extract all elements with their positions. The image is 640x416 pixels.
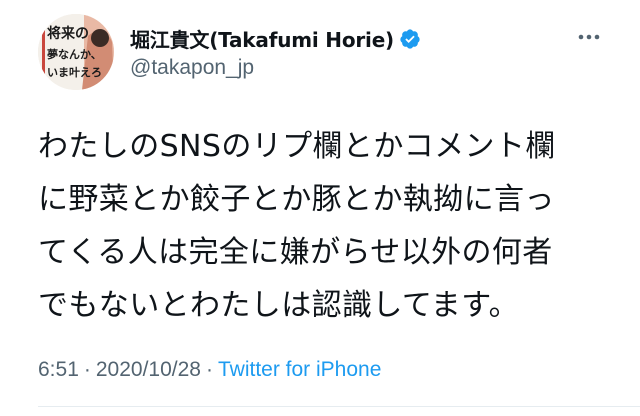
tweet-source-link[interactable]: Twitter for iPhone xyxy=(218,358,381,381)
verified-badge-icon xyxy=(399,28,421,50)
author-display-name[interactable]: 堀江貴文(Takafumi Horie) xyxy=(130,24,394,53)
tweet-card: 将来の 夢なんか、 いま叶えろ 堀江貴文(Takafumi Horie) @ta… xyxy=(0,0,640,416)
author-handle[interactable]: @takapon_jp xyxy=(130,56,254,80)
avatar-cover-line-3: いま叶えろ xyxy=(47,65,102,79)
tweet-text-line: でもないとわたしは認識してます。 xyxy=(38,288,519,323)
meta-separator: · xyxy=(205,358,213,381)
tweet-metadata: 6:51 · 2020/10/28 · Twitter for iPhone xyxy=(38,358,381,382)
avatar[interactable]: 将来の 夢なんか、 いま叶えろ xyxy=(38,14,114,90)
author-name-row[interactable]: 堀江貴文(Takafumi Horie) xyxy=(130,24,421,53)
tweet-date[interactable]: 2020/10/28 xyxy=(96,358,201,381)
tweet-time[interactable]: 6:51 xyxy=(38,358,79,381)
tweet-text-line: てくる人は完全に嫌がらせ以外の何者 xyxy=(38,235,553,270)
tweet-text-line: に野菜とか餃子とか豚とか執拗に言っ xyxy=(38,182,555,217)
tweet-text-line: わたしのSNSのリプ欄とかコメント欄 xyxy=(38,129,556,164)
meta-separator: · xyxy=(83,358,91,381)
tweet-text: わたしのSNSのリプ欄とかコメント欄 に野菜とか餃子とか豚とか執拗に言っ てくる… xyxy=(38,120,608,332)
avatar-cover-line-2: 夢なんか、 xyxy=(47,47,102,61)
more-options-icon[interactable] xyxy=(576,24,602,50)
divider xyxy=(38,406,640,407)
avatar-cover-line-1: 将来の xyxy=(47,25,89,42)
